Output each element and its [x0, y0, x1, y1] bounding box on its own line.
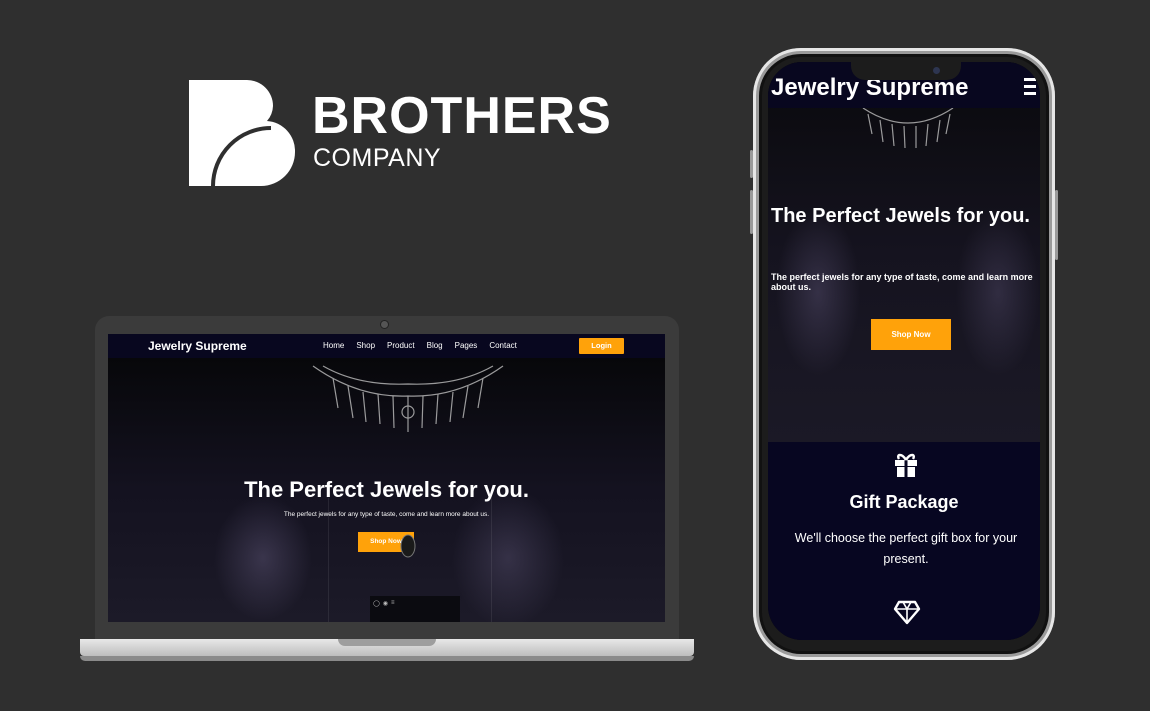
laptop-chat-widget[interactable]: ◯ ◉ ≡ [373, 600, 394, 607]
nav-product[interactable]: Product [387, 341, 415, 350]
nav-contact[interactable]: Contact [489, 341, 517, 350]
phone-hero-subtitle: The perfect jewels for any type of taste… [771, 272, 1033, 292]
eye-icon: ◉ [382, 601, 388, 607]
laptop-screen: The Perfect Jewels for you. The perfect … [108, 334, 665, 622]
laptop-notch [338, 639, 436, 646]
brand-subtitle: COMPANY [313, 144, 442, 172]
nav-pages[interactable]: Pages [455, 341, 478, 350]
gift-package-text: We'll choose the perfect gift box for yo… [794, 531, 1018, 566]
phone-shop-now-button[interactable]: Shop Now [871, 319, 951, 350]
phone-side-button [750, 150, 753, 178]
phone-side-button [1055, 190, 1058, 260]
brand-mark-icon [189, 80, 295, 186]
phone-notch [851, 60, 961, 80]
brand-name: BROTHERS [312, 87, 612, 145]
laptop-nav-links: Home Shop Product Blog Pages Contact [323, 341, 517, 350]
menu-icon: ≡ [390, 600, 395, 606]
laptop-site-logo[interactable]: Jewelry Supreme [148, 339, 247, 353]
chandelier-icon [312, 365, 504, 432]
laptop-login-button[interactable]: Login [579, 338, 624, 354]
chat-icon: ◯ [373, 601, 380, 607]
brand-logo: BROTHERS COMPANY [189, 80, 612, 190]
phone-camera [933, 67, 940, 74]
laptop-hero: The Perfect Jewels for you. The perfect … [108, 358, 665, 622]
laptop-hero-title: The Perfect Jewels for you. [244, 477, 529, 502]
hamburger-icon[interactable] [1024, 78, 1036, 99]
chandelier-icon [862, 107, 954, 149]
laptop-navbar: Jewelry Supreme Home Shop Product Blog P… [108, 334, 665, 358]
diamond-icon [893, 600, 921, 625]
gift-package-title: Gift Package [849, 492, 959, 512]
gift-icon [895, 453, 917, 477]
laptop-hero-subtitle: The perfect jewels for any type of taste… [283, 511, 490, 518]
phone-screen: The Perfect Jewels for you. The perfect … [768, 62, 1040, 640]
gift-package-card: Gift Package We'll choose the perfect gi… [768, 442, 1040, 640]
phone-side-button [750, 190, 753, 234]
nav-shop[interactable]: Shop [356, 341, 375, 350]
phone-hero: The Perfect Jewels for you. The perfect … [768, 62, 1040, 442]
pendant-icon [400, 534, 416, 558]
laptop-camera [380, 320, 389, 329]
nav-blog[interactable]: Blog [427, 341, 443, 350]
nav-home[interactable]: Home [323, 341, 344, 350]
phone-hero-title: The Perfect Jewels for you. [771, 205, 1030, 227]
